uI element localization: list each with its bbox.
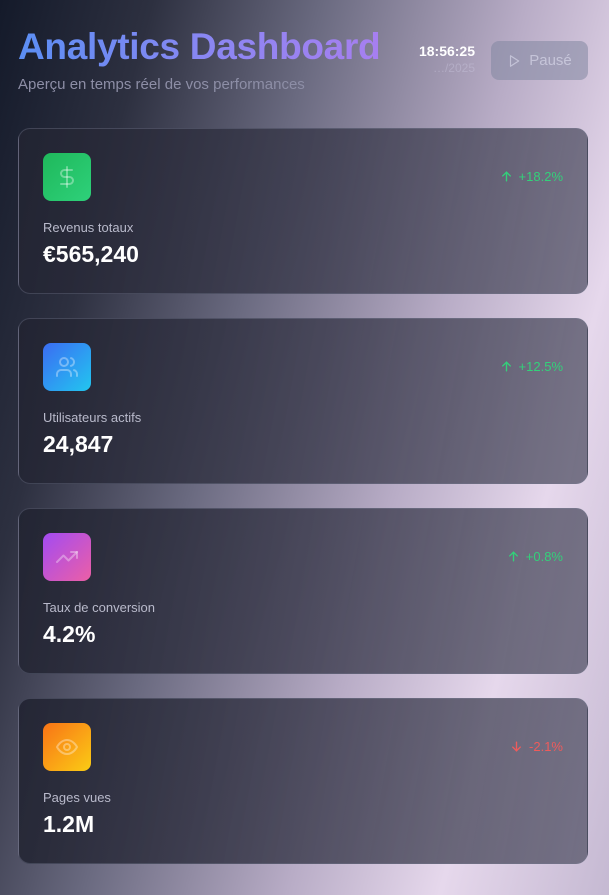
metric-value: 1.2M [43, 811, 95, 837]
metric-label: Revenus totaux [43, 220, 134, 235]
arrow-up-icon [501, 361, 511, 372]
play-icon [510, 54, 520, 67]
trending-up-icon [56, 551, 78, 563]
metric-label: Pages vues [43, 790, 111, 805]
trend-value: -2.1% [529, 739, 563, 754]
metric-label: Utilisateurs actifs [43, 410, 142, 425]
metric-card-pageviews[interactable]: -2.1% Pages vues 1.2M [18, 698, 588, 864]
metric-card-users[interactable]: +12.5% Utilisateurs actifs 24,847 [18, 318, 588, 484]
users-icon [56, 357, 78, 377]
metric-value: 4.2% [43, 621, 96, 647]
metric-icon-box [43, 153, 91, 201]
trend-indicator: +18.2% [500, 169, 563, 184]
dashboard-header: Analytics Dashboard Aperçu en temps réel… [18, 26, 588, 96]
trend-value: +18.2% [518, 169, 563, 184]
pause-button-label: Pausé [529, 52, 572, 69]
clock: 18:56:25 …/2025 [419, 42, 475, 76]
metric-label: Taux de conversion [43, 600, 156, 615]
metric-card-revenue[interactable]: +18.2% Revenus totaux €565,240 [18, 128, 588, 294]
page-title: Analytics Dashboard [18, 26, 381, 67]
metric-value: €565,240 [43, 241, 139, 267]
metric-value: 24,847 [43, 431, 114, 457]
trend-value: +12.5% [518, 359, 563, 374]
trend-value: +0.8% [525, 549, 563, 564]
trend-indicator: +12.5% [500, 359, 563, 374]
arrow-down-icon [512, 741, 521, 752]
pause-button[interactable]: Pausé [491, 41, 588, 80]
eye-icon [55, 738, 79, 756]
metric-icon-box [43, 533, 91, 581]
dollar-icon [60, 166, 74, 188]
clock-date: …/2025 [432, 61, 475, 75]
metric-icon-box [43, 343, 91, 391]
trend-indicator: +0.8% [507, 549, 563, 564]
metric-icon-box [43, 723, 91, 771]
page-subtitle: Aperçu en temps réel de vos performances [18, 76, 305, 93]
arrow-up-icon [501, 171, 511, 182]
arrow-up-icon [508, 551, 518, 562]
metric-card-conversion[interactable]: +0.8% Taux de conversion 4.2% [18, 508, 588, 674]
clock-time: 18:56:25 [418, 43, 475, 59]
trend-indicator: -2.1% [510, 739, 563, 754]
